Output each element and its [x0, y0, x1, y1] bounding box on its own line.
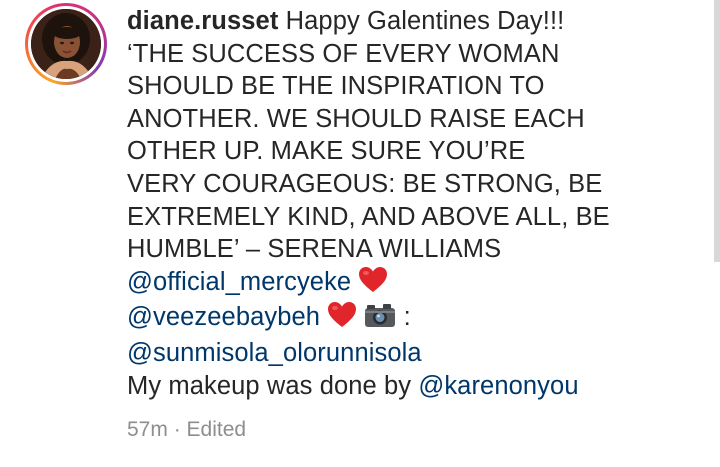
camera-icon: [364, 302, 396, 337]
edited-label: Edited: [186, 418, 247, 441]
meta-separator: ·: [173, 418, 181, 441]
caption-line-1: diane.russet Happy Galentines Day!!!: [127, 5, 687, 38]
comment-text: diane.russet Happy Galentines Day!!! ‘TH…: [127, 5, 687, 402]
caption-text: Happy Galentines Day!!!: [285, 7, 565, 35]
mention-line-1: @official_mercyeke: [127, 266, 687, 302]
red-heart-icon: [358, 266, 388, 302]
caption-line: SHOULD BE THE INSPIRATION TO: [127, 72, 545, 101]
avatar-image: [31, 9, 101, 79]
mention-link[interactable]: @veezeebaybeh: [127, 303, 320, 331]
colon-text: :: [403, 303, 411, 332]
story-ring[interactable]: [25, 3, 107, 85]
username[interactable]: diane.russet: [127, 7, 278, 35]
mention-link[interactable]: @sunmisola_olorunnisola: [127, 339, 422, 367]
caption-line: ‘THE SUCCESS OF EVERY WOMAN: [127, 39, 560, 68]
makeup-text: My makeup was done by: [127, 371, 412, 400]
caption-line: OTHER UP. MAKE SURE YOU’RE: [127, 137, 526, 166]
makeup-line: My makeup was done by @karenonyou: [127, 370, 687, 403]
caption-line: VERY COURAGEOUS: BE STRONG, BE: [127, 169, 603, 198]
mention-link[interactable]: @official_mercyeke: [127, 268, 351, 296]
caption-line: HUMBLE’ – SERENA WILLIAMS: [127, 235, 502, 264]
caption-line: ANOTHER. WE SHOULD RAISE EACH: [127, 104, 585, 133]
caption-line: EXTREMELY KIND, AND ABOVE ALL, BE: [127, 202, 610, 231]
mention-link[interactable]: @karenonyou: [418, 372, 578, 400]
avatar[interactable]: [31, 9, 101, 79]
timestamp: 57m: [127, 418, 168, 441]
comment-meta: 57m · Edited: [127, 418, 246, 442]
red-heart-icon: [327, 301, 357, 337]
comment: diane.russet Happy Galentines Day!!! ‘TH…: [0, 0, 720, 467]
scrollbar[interactable]: [714, 0, 720, 262]
mention-line-2: @veezeebaybeh :: [127, 301, 687, 337]
mention-line-3: @sunmisola_olorunnisola: [127, 337, 687, 370]
